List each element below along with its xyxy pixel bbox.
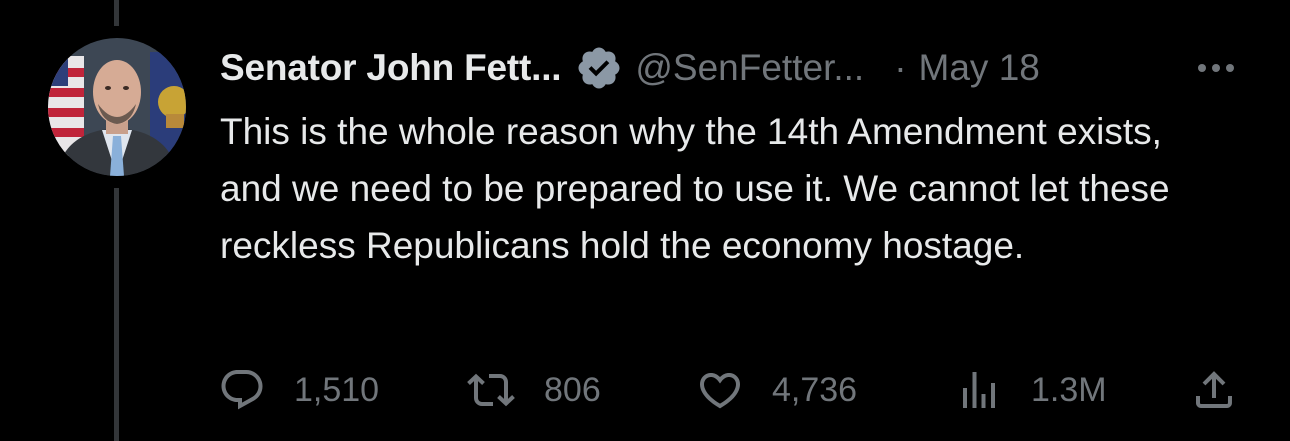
heart-icon <box>699 373 741 409</box>
more-options-button[interactable] <box>1192 46 1240 90</box>
reply-button[interactable]: 1,510 <box>218 364 379 416</box>
tweet-date[interactable]: May 18 <box>919 47 1040 89</box>
retweet-icon <box>467 373 515 407</box>
author-handle[interactable]: @SenFetter... <box>635 47 864 89</box>
thread-line-bottom <box>114 188 119 441</box>
reply-icon <box>221 370 263 410</box>
more-options-icon <box>1198 64 1234 72</box>
views-button[interactable]: 1.3M <box>955 364 1107 416</box>
thread-line-top <box>114 0 119 26</box>
verified-badge-icon[interactable] <box>575 44 623 92</box>
separator-dot: · <box>894 47 907 88</box>
share-button[interactable] <box>1190 364 1238 416</box>
views-count: 1.3M <box>1031 370 1107 409</box>
views-chart-icon <box>963 372 995 408</box>
retweet-count: 806 <box>544 370 601 409</box>
like-count: 4,736 <box>772 370 858 409</box>
author-name[interactable]: Senator John Fett... <box>220 47 562 89</box>
avatar-image <box>48 38 186 176</box>
share-icon <box>1196 371 1232 408</box>
tweet-header: Senator John Fett... @SenFetter... · May… <box>220 40 1040 96</box>
retweet-button[interactable]: 806 <box>466 364 601 416</box>
like-button[interactable]: 4,736 <box>696 364 857 416</box>
reply-count: 1,510 <box>294 370 380 409</box>
tweet-text: This is the whole reason why the 14th Am… <box>220 111 1170 266</box>
avatar[interactable] <box>48 38 186 176</box>
